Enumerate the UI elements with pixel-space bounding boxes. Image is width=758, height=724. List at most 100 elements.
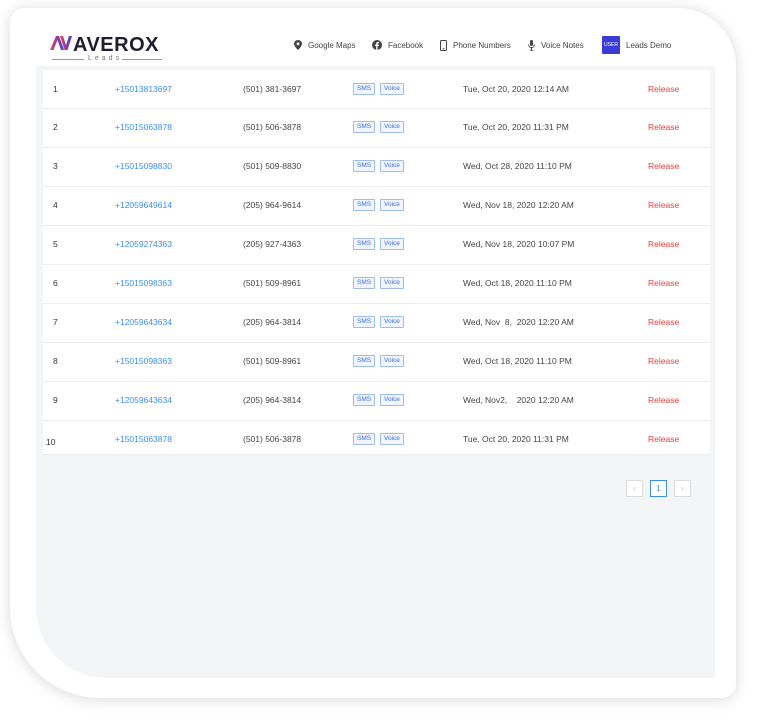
microphone-icon <box>528 39 535 51</box>
formatted-number: (205) 964-3814 <box>243 317 302 327</box>
table-row: 8 +15015098363 (501) 509-8961 SMS Voice Wed, … <box>43 342 710 382</box>
release-button[interactable]: Release <box>648 84 679 94</box>
created-date: Tue, Oct 20, 2020 11:31 PM <box>463 434 569 444</box>
release-button[interactable]: Release <box>648 278 679 288</box>
row-index: 8 <box>53 356 58 366</box>
row-index: 7 <box>53 317 58 327</box>
brand-underline-right <box>122 59 162 60</box>
sms-badge: SMS <box>353 83 376 95</box>
table-row: 5 +12059274363 (205) 927-4363 SMS Voice Wed, … <box>43 225 710 265</box>
created-date: Wed, Nov 18, 2020 10:07 PM <box>463 239 575 249</box>
user-menu[interactable]: USER Leads Demo <box>602 36 671 54</box>
formatted-number: (501) 509-8961 <box>243 278 302 288</box>
created-date: Wed, Oct 28, 2020 11:10 PM <box>463 161 572 171</box>
phone-number-link[interactable]: +12059643634 <box>115 317 172 327</box>
formatted-number: (501) 509-8961 <box>243 356 302 366</box>
table-row: 2 +15015063878 (501) 506-3878 SMS Voice Tue, … <box>43 108 710 148</box>
map-pin-icon <box>294 40 302 50</box>
phone-number-link[interactable]: +15015063878 <box>115 434 172 444</box>
phone-number-link[interactable]: +15015098363 <box>115 278 172 288</box>
user-name: Leads Demo <box>626 40 672 50</box>
phone-number-link[interactable]: +15013813697 <box>115 84 172 94</box>
sms-badge: SMS <box>353 394 376 406</box>
release-button[interactable]: Release <box>648 122 679 132</box>
sms-badge: SMS <box>353 199 376 211</box>
created-date: Wed, Oct 18, 2020 11:10 PM <box>463 356 572 366</box>
sms-badge: SMS <box>353 121 376 133</box>
table-row: 4 +12059649614 (205) 964-9614 SMS Voice Wed, … <box>43 186 710 226</box>
release-button[interactable]: Release <box>648 434 679 444</box>
voice-badge: Voice <box>380 277 404 289</box>
voice-badge: Voice <box>380 394 404 406</box>
brand-subtitle: Leads <box>88 55 123 62</box>
table-row: 7 +12059643634 (205) 964-3814 SMS Voice Wed, … <box>43 303 710 343</box>
pagination-prev-button[interactable]: ‹ <box>626 480 643 497</box>
phone-number-link[interactable]: +12059649614 <box>115 200 172 210</box>
created-date: Tue, Oct 20, 2020 12:14 AM <box>463 84 570 94</box>
voice-badge: Voice <box>380 355 404 367</box>
table-row: 10 +15015063878 (501) 506-3878 SMS Voice Tue,… <box>43 420 710 455</box>
row-index: 3 <box>53 161 58 171</box>
phone-number-link[interactable]: +12059274363 <box>115 239 172 249</box>
pagination-next-button[interactable]: › <box>674 480 691 497</box>
sms-badge: SMS <box>353 433 376 445</box>
release-button[interactable]: Release <box>648 356 679 366</box>
phone-icon <box>440 39 447 51</box>
formatted-number: (501) 509-8830 <box>243 161 302 171</box>
formatted-number: (501) 506-3878 <box>243 122 302 132</box>
row-index: 6 <box>53 278 58 288</box>
row-index: 9 <box>53 395 58 405</box>
nav-voice-notes[interactable]: Voice Notes <box>528 36 584 54</box>
release-button[interactable]: Release <box>648 239 679 249</box>
phone-number-link[interactable]: +15015063878 <box>115 122 172 132</box>
brand-logo[interactable]: AVEROX Leads <box>50 34 162 64</box>
created-date: Wed, Nov2, 2020 12:20 AM <box>463 395 574 405</box>
facebook-icon <box>372 40 382 50</box>
release-button[interactable]: Release <box>648 317 679 327</box>
phone-number-link[interactable]: +15015098830 <box>115 161 172 171</box>
formatted-number: (501) 506-3878 <box>243 434 302 444</box>
row-index: 10 <box>46 437 56 447</box>
pagination: ‹ 1 › <box>626 480 691 497</box>
sms-badge: SMS <box>353 160 376 172</box>
user-avatar: USER <box>602 36 620 54</box>
nav-google-maps-label: Google Maps <box>308 40 356 50</box>
nav-voice-notes-label: Voice Notes <box>541 40 584 50</box>
nav-phone-numbers[interactable]: Phone Numbers <box>440 36 511 54</box>
phone-number-link[interactable]: +12059643634 <box>115 395 172 405</box>
created-date: Wed, Oct 18, 2020 11:10 PM <box>463 278 572 288</box>
created-date: Wed, Nov 18, 2020 12:20 AM <box>463 200 574 210</box>
formatted-number: (205) 964-3814 <box>243 395 302 405</box>
voice-badge: Voice <box>380 160 404 172</box>
nav-facebook[interactable]: Facebook <box>372 36 423 54</box>
release-button[interactable]: Release <box>648 200 679 210</box>
nav-facebook-label: Facebook <box>388 40 424 50</box>
nav-phone-numbers-label: Phone Numbers <box>453 40 511 50</box>
voice-badge: Voice <box>380 121 404 133</box>
formatted-number: (205) 964-9614 <box>243 200 302 210</box>
sms-badge: SMS <box>353 355 376 367</box>
sms-badge: SMS <box>353 238 376 250</box>
top-header: AVEROX Leads Google Maps Facebook Phone … <box>36 22 715 66</box>
table-row: 1 +15013813697 (501) 381-3697 SMS Voice Tue, … <box>43 70 710 109</box>
brand-name: AVEROX <box>73 34 159 56</box>
phone-number-link[interactable]: +15015098363 <box>115 356 172 366</box>
release-button[interactable]: Release <box>648 395 679 405</box>
row-index: 5 <box>53 239 58 249</box>
nav-google-maps[interactable]: Google Maps <box>294 36 356 54</box>
voice-badge: Voice <box>380 316 404 328</box>
phone-numbers-table: 1 +15013813697 (501) 381-3697 SMS Voice Tue, … <box>43 70 710 455</box>
formatted-number: (205) 927-4363 <box>243 239 302 249</box>
table-row: 3 +15015098830 (501) 509-8830 SMS Voice Wed, … <box>43 147 710 187</box>
row-index: 1 <box>53 84 58 94</box>
formatted-number: (501) 381-3697 <box>243 84 302 94</box>
pagination-page-button[interactable]: 1 <box>650 480 667 497</box>
row-index: 4 <box>53 200 58 210</box>
release-button[interactable]: Release <box>648 161 679 171</box>
table-row: 9 +12059643634 (205) 964-3814 SMS Voice Wed, … <box>43 381 710 421</box>
voice-badge: Voice <box>380 83 404 95</box>
voice-badge: Voice <box>380 199 404 211</box>
logo-mark-icon <box>50 36 72 50</box>
sms-badge: SMS <box>353 316 376 328</box>
table-row: 6 +15015098363 (501) 509-8961 SMS Voice Wed, … <box>43 264 710 304</box>
